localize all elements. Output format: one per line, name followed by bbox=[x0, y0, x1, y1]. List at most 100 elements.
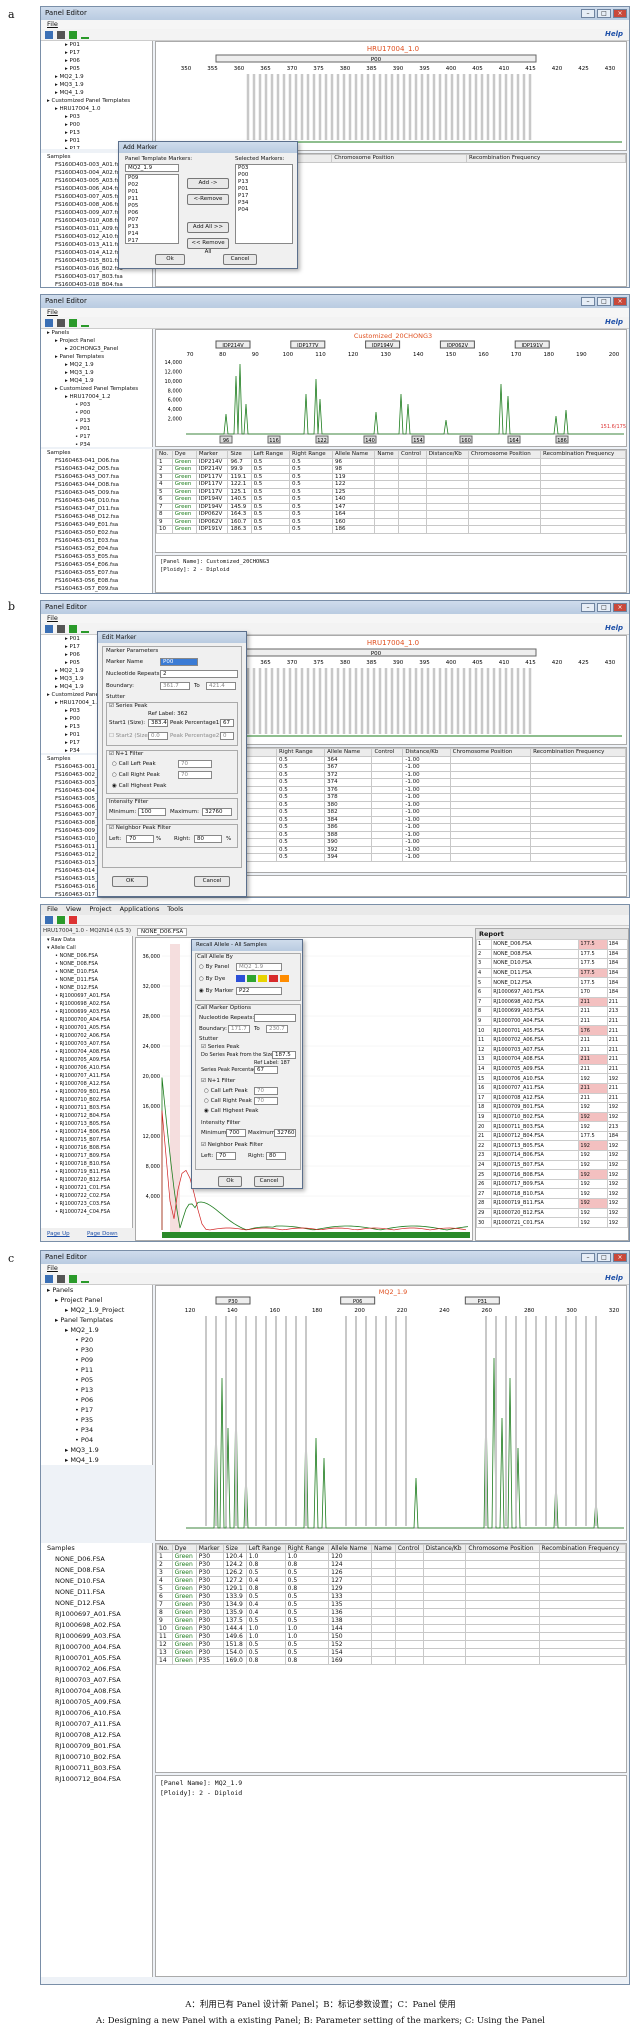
column-header[interactable]: Recombination Frequency bbox=[538, 1544, 626, 1553]
sample-tree-item[interactable]: • RJ1000706_A10.FSA bbox=[41, 1064, 132, 1072]
max-input[interactable]: 32760 bbox=[274, 1129, 296, 1137]
template-marker-item[interactable]: P14 bbox=[128, 231, 178, 238]
menu-item[interactable]: Project bbox=[89, 905, 111, 915]
sample-tree-item[interactable]: • RJ1000707_A11.FSA bbox=[41, 1072, 132, 1080]
template-select[interactable]: MQ2_1.9 bbox=[125, 164, 179, 172]
tree-item[interactable]: ▸ P00 bbox=[41, 121, 152, 129]
report-row[interactable]: 8 RJ1000699_A03.FSA 211 213 bbox=[476, 1006, 628, 1017]
column-header[interactable]: Name bbox=[374, 450, 400, 459]
ok-button[interactable]: Ok bbox=[155, 254, 185, 265]
column-header[interactable]: Chromosome Position bbox=[331, 154, 468, 163]
report-row[interactable]: 30 RJ1000721_C01.FSA 192 192 bbox=[476, 1217, 628, 1228]
column-header[interactable]: Right Range bbox=[288, 450, 334, 459]
orange-dye-swatch[interactable] bbox=[280, 975, 289, 982]
tree-item[interactable]: • P11 bbox=[41, 1365, 152, 1375]
sample-tree-item[interactable]: • RJ1000702_A06.FSA bbox=[41, 1032, 132, 1040]
sample-tree-item[interactable]: • RJ1000700_A04.FSA bbox=[41, 1016, 132, 1024]
green-dye-icon[interactable] bbox=[69, 318, 77, 327]
tree-item[interactable]: ▸ HRU17004_1.0 bbox=[41, 105, 152, 113]
tree-item[interactable]: ▸ MQ4_1.9 bbox=[41, 89, 152, 97]
table-row[interactable]: 9 Green P30 137.5 0.5 0.5 138 bbox=[156, 1616, 626, 1625]
min-input[interactable]: 100 bbox=[138, 808, 166, 816]
sample-tree-item[interactable]: • RJ1000720_B12.FSA bbox=[41, 1176, 132, 1184]
tree-item[interactable]: ▸ MQ4_1.9 bbox=[41, 377, 152, 385]
table-row[interactable]: 14 Green P35 169.0 0.8 0.8 169 bbox=[156, 1656, 626, 1665]
sample-tree-item[interactable]: ▾ Allele Call bbox=[41, 944, 132, 952]
column-header[interactable]: Allele Name bbox=[324, 748, 373, 757]
template-marker-item[interactable]: P02 bbox=[128, 182, 178, 189]
call-left-input[interactable]: 70 bbox=[178, 760, 212, 768]
sample-item[interactable]: FS160463-053_E05.fsa bbox=[41, 553, 152, 561]
report-row[interactable]: 22 RJ1000713_B05.FSA 192 192 bbox=[476, 1140, 628, 1152]
tree-item[interactable]: ▸ Customized Panel Templates bbox=[41, 385, 152, 393]
sample-tree-item[interactable]: • RJ1000711_B03.FSA bbox=[41, 1104, 132, 1112]
cancel-button[interactable]: Cancel bbox=[223, 254, 257, 265]
tree-item[interactable]: ▸ Project Panel bbox=[41, 337, 152, 345]
report-row[interactable]: 29 RJ1000720_B12.FSA 192 192 bbox=[476, 1207, 628, 1219]
tree-item[interactable]: ▸ P01 bbox=[41, 41, 152, 49]
sample-item[interactable]: FS160D403-017_B03.fsa bbox=[41, 273, 152, 281]
menu-file[interactable]: File bbox=[41, 20, 629, 29]
template-marker-item[interactable]: P07 bbox=[128, 217, 178, 224]
tree-item[interactable]: ▸ Panel Templates bbox=[41, 353, 152, 361]
green-dye-icon[interactable] bbox=[69, 30, 77, 39]
sample-tree-item[interactable]: • NONE_D12.FSA bbox=[41, 984, 132, 992]
table-row[interactable]: 10 Green P30 144.4 1.0 1.0 144 bbox=[156, 1624, 626, 1633]
boundary-to[interactable]: 230.7 bbox=[266, 1025, 288, 1033]
maximize-button[interactable]: □ bbox=[597, 297, 611, 306]
sample-tree-item[interactable]: • RJ1000716_B08.FSA bbox=[41, 1144, 132, 1152]
tree-item[interactable]: ▸ Panels bbox=[41, 329, 152, 337]
maximize-button[interactable]: □ bbox=[597, 9, 611, 18]
help-link[interactable]: Help bbox=[605, 30, 623, 38]
sample-tree-item[interactable]: • NONE_D06.FSA bbox=[41, 952, 132, 960]
table-row[interactable]: 6 Green P30 133.9 0.5 0.5 133 bbox=[156, 1592, 626, 1601]
tree-item[interactable]: ▸ 20CHONG3_Panel bbox=[41, 345, 152, 353]
sample-tree-item[interactable]: • RJ1000718_B10.FSA bbox=[41, 1160, 132, 1168]
sample-item[interactable]: RJ1000703_A07.FSA bbox=[41, 1675, 152, 1686]
peak-percentage1-input[interactable]: 67 bbox=[220, 719, 234, 727]
stop-icon[interactable] bbox=[69, 916, 77, 924]
sample-tree-item[interactable]: • RJ1000724_C04.FSA bbox=[41, 1208, 132, 1216]
table-row[interactable]: 5 Green P30 129.1 0.8 0.8 129 bbox=[156, 1584, 626, 1593]
column-header[interactable]: Chromosome Position bbox=[468, 450, 541, 459]
tree-item[interactable]: ▸ P06 bbox=[41, 57, 152, 65]
new-icon[interactable] bbox=[45, 318, 53, 327]
peak-tool-icon[interactable] bbox=[81, 625, 89, 633]
sample-tree-item[interactable]: • RJ1000715_B07.FSA bbox=[41, 1136, 132, 1144]
series-peak-checkbox[interactable]: ☑ Series Peak bbox=[201, 1044, 239, 1050]
report-row[interactable]: 15 RJ1000706_A10.FSA 192 192 bbox=[476, 1073, 628, 1084]
remove-button[interactable]: <-Remove bbox=[187, 194, 229, 205]
new-icon[interactable] bbox=[45, 624, 53, 633]
sample-item[interactable]: RJ1000706_A10.FSA bbox=[41, 1708, 152, 1719]
sample-tree-item[interactable]: • NONE_D11.FSA bbox=[41, 976, 132, 984]
sample-item[interactable]: NONE_D10.FSA bbox=[41, 1576, 152, 1587]
report-row[interactable]: 28 RJ1000719_B11.FSA 192 192 bbox=[476, 1198, 628, 1209]
call-right-input[interactable]: 70 bbox=[178, 771, 212, 779]
template-marker-item[interactable]: P05 bbox=[128, 203, 178, 210]
remove-all-button[interactable]: << Remove All bbox=[187, 238, 229, 255]
minimize-button[interactable]: – bbox=[581, 1253, 595, 1262]
tree-item[interactable]: ▸ Project Panel bbox=[41, 1295, 152, 1305]
save-icon[interactable] bbox=[57, 1274, 65, 1283]
sample-tree-item[interactable]: • RJ1000699_A03.FSA bbox=[41, 1008, 132, 1016]
nfilter-checkbox[interactable]: ☑ N+1 Filter bbox=[201, 1078, 235, 1084]
table-row[interactable]: 11 Green P30 149.6 1.0 1.0 150 bbox=[156, 1632, 626, 1641]
menu-item[interactable]: Applications bbox=[120, 905, 160, 915]
help-link[interactable]: Help bbox=[605, 1274, 623, 1282]
sample-item[interactable]: RJ1000702_A06.FSA bbox=[41, 1664, 152, 1675]
report-row[interactable]: 2 NONE_D08.FSA 177.5 184 bbox=[476, 948, 628, 960]
tree-item[interactable]: • P04 bbox=[41, 1435, 152, 1445]
report-row[interactable]: 11 RJ1000702_A06.FSA 211 211 bbox=[476, 1034, 628, 1046]
tree-item[interactable]: ▸ MQ4_1.9 bbox=[41, 1455, 152, 1465]
selected-marker-item[interactable]: P13 bbox=[238, 179, 292, 186]
tree-item[interactable]: • P30 bbox=[41, 1345, 152, 1355]
column-header[interactable]: Distance/Kb bbox=[422, 1544, 467, 1553]
sample-item[interactable]: RJ1000704_A08.FSA bbox=[41, 1686, 152, 1697]
ok-button[interactable]: OK bbox=[112, 876, 148, 887]
call-left-input[interactable]: 70 bbox=[254, 1087, 278, 1095]
close-button[interactable]: × bbox=[613, 603, 627, 612]
tree-item[interactable]: ▸ P05 bbox=[41, 65, 152, 73]
column-header[interactable]: No. bbox=[156, 450, 173, 459]
sample-item[interactable]: FS160463-055_E07.fsa bbox=[41, 569, 152, 577]
marker-name-input[interactable]: P00 bbox=[160, 658, 198, 666]
